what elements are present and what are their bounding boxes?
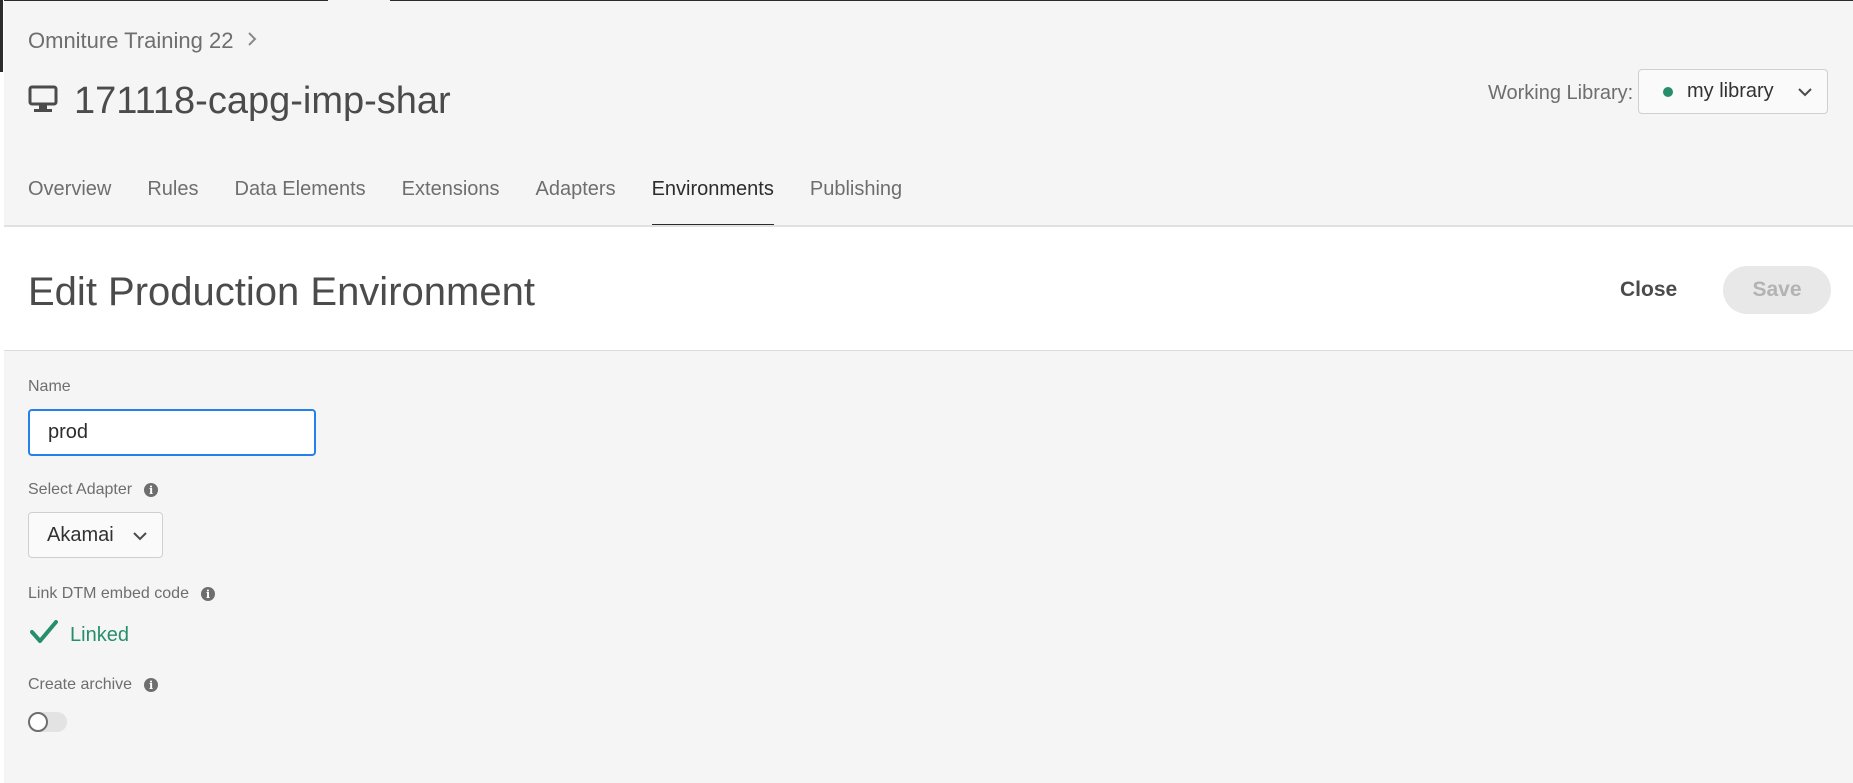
property-name: 171118-capg-imp-shar bbox=[74, 80, 451, 122]
adapter-select[interactable]: Akamai bbox=[28, 512, 163, 558]
top-rule-gap bbox=[328, 0, 390, 1]
property-title: 171118-capg-imp-shar bbox=[28, 80, 451, 123]
left-rail bbox=[0, 0, 4, 783]
name-field-label: Name bbox=[28, 378, 71, 396]
info-icon[interactable]: i bbox=[200, 587, 215, 601]
checkmark-icon bbox=[30, 620, 58, 650]
section-tabs: Overview Rules Data Elements Extensions … bbox=[28, 178, 938, 227]
embed-status: Linked bbox=[30, 620, 129, 650]
close-button[interactable]: Close bbox=[1620, 278, 1677, 302]
create-archive-toggle[interactable] bbox=[28, 712, 67, 732]
info-icon[interactable]: i bbox=[144, 483, 159, 497]
desktop-icon bbox=[28, 85, 58, 118]
info-icon[interactable]: i bbox=[144, 678, 159, 692]
tab-overview[interactable]: Overview bbox=[28, 178, 111, 226]
embed-status-text: Linked bbox=[70, 623, 129, 646]
tab-adapters[interactable]: Adapters bbox=[536, 178, 616, 226]
page-title: Edit Production Environment bbox=[28, 270, 535, 314]
working-library-label: Working Library: bbox=[1488, 82, 1634, 104]
chevron-down-icon bbox=[1797, 80, 1813, 103]
name-label-text: Name bbox=[28, 378, 71, 395]
working-library-value: my library bbox=[1687, 80, 1774, 102]
archive-label-text: Create archive bbox=[28, 676, 133, 693]
tab-publishing[interactable]: Publishing bbox=[810, 178, 902, 226]
embed-field-label: Link DTM embed code i bbox=[28, 585, 215, 603]
adapter-field-label: Select Adapter i bbox=[28, 481, 159, 499]
tab-data-elements[interactable]: Data Elements bbox=[235, 178, 366, 226]
adapter-value: Akamai bbox=[47, 523, 114, 546]
breadcrumb-company-link[interactable]: Omniture Training 22 bbox=[28, 28, 233, 54]
breadcrumb: Omniture Training 22 bbox=[28, 28, 257, 54]
chevron-down-icon bbox=[132, 524, 148, 547]
tab-extensions[interactable]: Extensions bbox=[402, 178, 500, 226]
toggle-knob bbox=[28, 712, 48, 732]
embed-label-text: Link DTM embed code bbox=[28, 585, 189, 602]
top-rule bbox=[0, 0, 1853, 1]
name-field[interactable] bbox=[28, 409, 316, 456]
adapter-label-text: Select Adapter bbox=[28, 481, 133, 498]
tab-environments[interactable]: Environments bbox=[651, 178, 775, 227]
chevron-right-icon bbox=[247, 30, 257, 53]
tab-rules[interactable]: Rules bbox=[147, 178, 198, 226]
save-button[interactable]: Save bbox=[1723, 266, 1831, 314]
left-rail-indicator bbox=[0, 0, 3, 72]
status-dot-icon bbox=[1663, 86, 1673, 97]
archive-field-label: Create archive i bbox=[28, 676, 159, 694]
working-library-select[interactable]: my library bbox=[1638, 69, 1828, 114]
